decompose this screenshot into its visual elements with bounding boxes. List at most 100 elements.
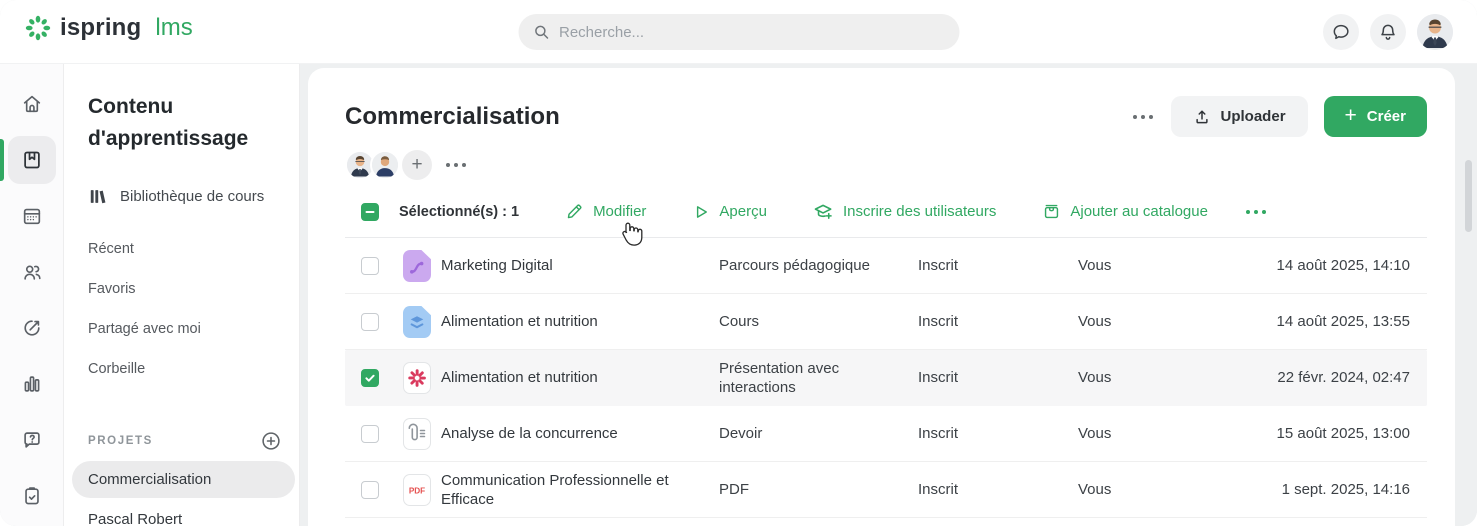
rail-item-calendar[interactable] <box>8 192 56 240</box>
table-row[interactable]: PDF Communication Professionnelle et Eff… <box>345 462 1427 518</box>
notifications-button[interactable] <box>1370 14 1406 50</box>
topbar-actions <box>1323 14 1453 50</box>
selection-toolbar: Sélectionné(s) : 1 Modifier Aperçu <box>345 201 1427 238</box>
rail-item-learning-content[interactable] <box>8 136 56 184</box>
project-item-commercialisation[interactable]: Commercialisation <box>72 461 295 498</box>
rail-item-users[interactable] <box>8 248 56 296</box>
sidebar-item-shared[interactable]: Partagé avec moi <box>88 309 299 349</box>
table-row[interactable]: Alimentation et nutrition Cours Inscrit … <box>345 294 1427 350</box>
action-label: Inscrire des utilisateurs <box>843 203 996 220</box>
content-type-label: Parcours pédagogique <box>719 256 918 275</box>
table-row[interactable]: Marketing Digital Parcours pédagogique I… <box>345 238 1427 294</box>
row-checkbox[interactable] <box>361 425 379 443</box>
logo-text: ispring <box>60 14 141 42</box>
sidebar-item-trash[interactable]: Corbeille <box>88 349 299 389</box>
select-all-checkbox[interactable] <box>361 203 379 221</box>
modified-date: 14 août 2025, 14:10 <box>1228 257 1427 274</box>
upload-button-label: Uploader <box>1221 108 1286 125</box>
enrollment-status: Inscrit <box>918 257 1078 274</box>
play-icon <box>692 203 710 221</box>
rail-item-home[interactable] <box>8 80 56 128</box>
search-bar[interactable] <box>518 14 959 50</box>
project-item-pascal-robert[interactable]: Pascal Robert <box>72 501 295 526</box>
owner-label: Vous <box>1078 369 1228 386</box>
nav-rail <box>0 64 64 526</box>
edit-action[interactable]: Modifier <box>565 202 646 221</box>
rail-item-goals[interactable] <box>8 304 56 352</box>
table-row[interactable]: Analyse de la concurrence Devoir Inscrit… <box>345 406 1427 462</box>
projects-header: PROJETS <box>88 430 299 452</box>
row-checkbox[interactable] <box>361 481 379 499</box>
users-icon <box>21 261 43 283</box>
sidebar-item-label: Corbeille <box>88 361 145 377</box>
sidebar-item-label: Récent <box>88 241 134 257</box>
add-project-button[interactable] <box>260 430 282 452</box>
action-label: Aperçu <box>719 203 767 220</box>
scrollbar-thumb[interactable] <box>1465 160 1472 232</box>
target-arrow-icon <box>21 317 43 339</box>
project-label: Pascal Robert <box>88 511 182 526</box>
projects-list: Commercialisation Pascal Robert <box>72 461 299 526</box>
home-icon <box>21 93 43 115</box>
plus-icon: + <box>1345 105 1357 126</box>
content-title[interactable]: Analyse de la concurrence <box>441 424 719 443</box>
upload-button[interactable]: Uploader <box>1171 96 1308 137</box>
sidebar-item-label: Bibliothèque de cours <box>120 188 264 205</box>
plus-circle-icon <box>260 430 282 452</box>
app-window: ispring lms <box>0 0 1477 526</box>
svg-text:PDF: PDF <box>409 486 425 495</box>
topbar: ispring lms <box>0 0 1477 64</box>
sidebar-item-recent[interactable]: Récent <box>88 229 299 269</box>
content-type-icon <box>403 306 431 338</box>
user-avatar[interactable] <box>1417 14 1453 50</box>
rail-item-reports[interactable] <box>8 360 56 408</box>
content-type-icon <box>403 418 431 450</box>
ispring-logo[interactable]: ispring lms <box>25 14 193 42</box>
table-row[interactable]: Alimentation et nutrition Présentation a… <box>345 350 1427 406</box>
active-indicator <box>0 139 4 181</box>
content-title[interactable]: Alimentation et nutrition <box>441 368 719 387</box>
owner-label: Vous <box>1078 313 1228 330</box>
content-title[interactable]: Communication Professionnelle et Efficac… <box>441 471 719 509</box>
collaborator-avatar[interactable] <box>370 150 400 180</box>
messages-button[interactable] <box>1323 14 1359 50</box>
toolbar-more-button[interactable] <box>1244 204 1268 220</box>
content-type-label: Présentation avec interactions <box>719 359 918 397</box>
search-input[interactable] <box>559 24 945 41</box>
sidebar-item-label: Favoris <box>88 281 136 297</box>
modified-date: 1 sept. 2025, 14:16 <box>1228 481 1427 498</box>
row-checkbox[interactable] <box>361 257 379 275</box>
content-type-icon: PDF <box>403 474 431 506</box>
sidebar-item-favorites[interactable]: Favoris <box>88 269 299 309</box>
rail-item-help[interactable] <box>8 416 56 464</box>
rail-item-tasks[interactable] <box>8 472 56 520</box>
calendar-icon <box>21 205 43 227</box>
preview-action[interactable]: Aperçu <box>692 203 767 221</box>
create-button[interactable]: + Créer <box>1324 96 1427 137</box>
owner-label: Vous <box>1078 481 1228 498</box>
content-title[interactable]: Alimentation et nutrition <box>441 312 719 331</box>
sidebar-item-library[interactable]: Bibliothèque de cours <box>88 178 299 214</box>
content-sidebar: Contenu d'apprentissage Bibliothèque de … <box>64 64 300 526</box>
enroll-icon <box>813 201 834 222</box>
user-avatar-image <box>1417 14 1453 50</box>
enrollment-status: Inscrit <box>918 425 1078 442</box>
row-checkbox[interactable] <box>361 369 379 387</box>
ispring-logo-icon <box>25 15 51 41</box>
sidebar-nav: Récent Favoris Partagé avec moi Corbeill… <box>88 229 299 389</box>
library-icon <box>88 187 107 206</box>
enrollment-status: Inscrit <box>918 481 1078 498</box>
logo-suffix: lms <box>155 14 192 42</box>
collaborators-more-button[interactable] <box>444 157 468 173</box>
enroll-users-action[interactable]: Inscrire des utilisateurs <box>813 201 996 222</box>
content-title[interactable]: Marketing Digital <box>441 256 719 275</box>
content-type-icon <box>403 250 431 282</box>
plus-icon: + <box>411 154 422 176</box>
add-to-catalog-action[interactable]: Ajouter au catalogue <box>1042 202 1208 221</box>
row-checkbox[interactable] <box>361 313 379 331</box>
add-collaborator-button[interactable]: + <box>402 150 432 180</box>
catalog-icon <box>1042 202 1061 221</box>
modified-date: 22 févr. 2024, 02:47 <box>1228 369 1427 386</box>
more-options-button[interactable] <box>1131 109 1155 125</box>
modified-date: 14 août 2025, 13:55 <box>1228 313 1427 330</box>
